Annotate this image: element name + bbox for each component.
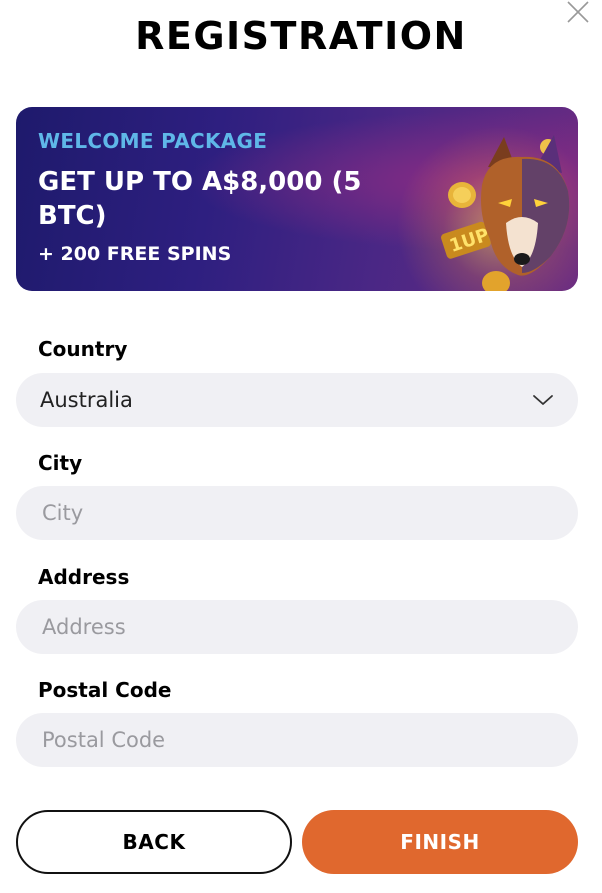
country-select[interactable]: Australia — [16, 373, 578, 427]
country-label: Country — [38, 337, 128, 361]
city-field-wrapper — [16, 486, 578, 540]
back-button[interactable]: BACK — [16, 810, 292, 874]
welcome-banner: WELCOME PACKAGE GET UP TO A$8,000 (5 BTC… — [16, 107, 578, 291]
banner-kicker: WELCOME PACKAGE — [38, 129, 268, 153]
page-title: REGISTRATION — [135, 14, 467, 58]
postal-code-field-wrapper — [16, 713, 578, 767]
address-label: Address — [38, 565, 130, 589]
postal-code-input[interactable] — [40, 727, 554, 753]
wolf-mascot-image: 1UP — [441, 135, 570, 291]
address-field-wrapper — [16, 600, 578, 654]
chevron-down-icon — [533, 395, 553, 405]
finish-button[interactable]: FINISH — [302, 810, 578, 874]
city-input[interactable] — [40, 500, 554, 526]
city-label: City — [38, 451, 83, 475]
banner-subtitle: + 200 FREE SPINS — [38, 243, 232, 265]
banner-headline: GET UP TO A$8,000 (5 BTC) — [38, 167, 362, 231]
postal-code-label: Postal Code — [38, 678, 172, 702]
country-select-value: Australia — [40, 388, 133, 412]
address-input[interactable] — [40, 614, 554, 640]
